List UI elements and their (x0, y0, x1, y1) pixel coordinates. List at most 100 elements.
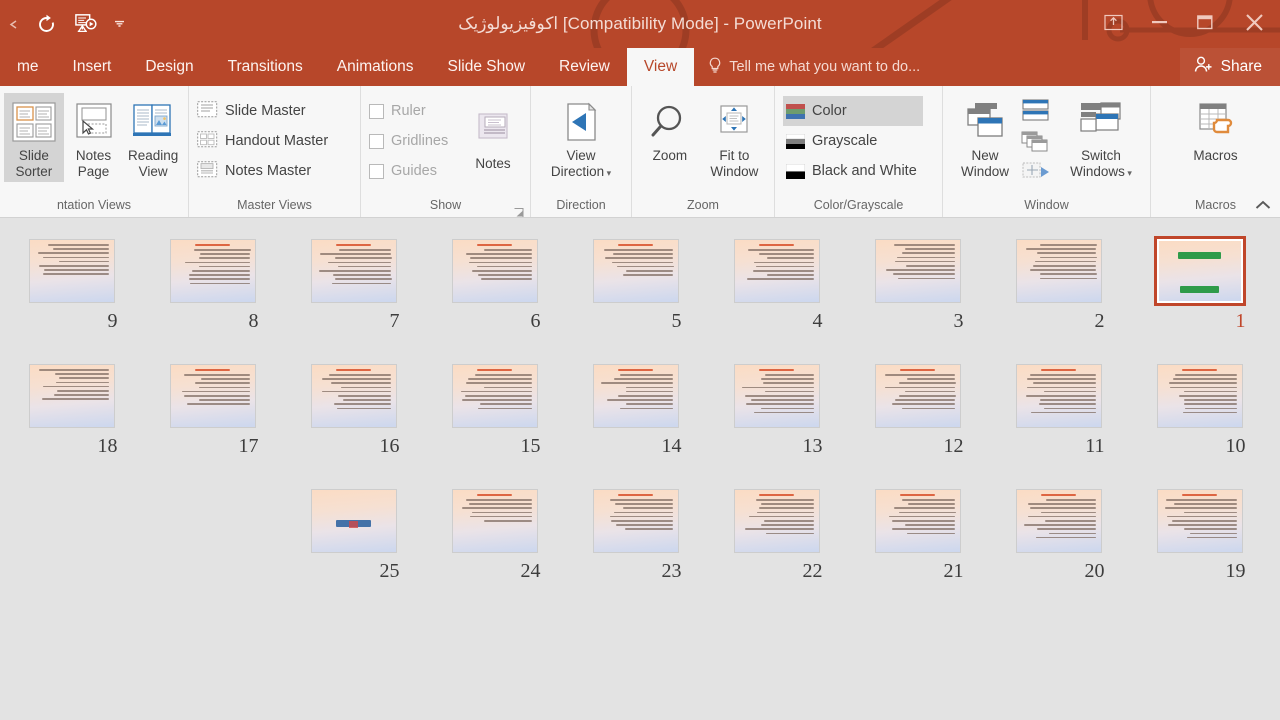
start-from-beginning-icon[interactable] (66, 7, 106, 41)
tell-me-search[interactable]: Tell me what you want to do... (694, 48, 920, 86)
slide-thumbnail-cell[interactable]: 9 (1, 232, 142, 333)
slide-thumbnail-cell[interactable]: 23 (565, 482, 706, 583)
minimize-icon[interactable] (1136, 2, 1182, 42)
slide-thumbnail-cell[interactable]: 10 (1129, 357, 1270, 458)
macros-button[interactable]: Macros (1180, 93, 1252, 166)
switch-windows-chevron-down-icon[interactable]: ▾ (1125, 168, 1132, 178)
cascade-icon[interactable] (1021, 131, 1057, 158)
slide-thumbnail-cell[interactable]: 1 (1129, 232, 1270, 333)
ruler-checkbox[interactable]: Ruler (366, 96, 462, 126)
black-and-white-button[interactable]: Black and White (783, 156, 923, 186)
ribbon-display-options-icon[interactable] (1090, 2, 1136, 42)
slide-thumbnail[interactable] (731, 236, 823, 306)
slide-thumbnail[interactable] (731, 361, 823, 431)
slide-thumbnail-cell[interactable]: 19 (1129, 482, 1270, 583)
tab-animations[interactable]: Animations (320, 48, 431, 86)
slide-thumbnail-cell[interactable]: 15 (424, 357, 565, 458)
slide-thumbnail[interactable] (1013, 361, 1105, 431)
slide-thumbnail-selected[interactable] (1153, 236, 1246, 306)
qat-overflow-left-icon[interactable] (0, 7, 26, 41)
reading-view-button[interactable]: Reading View (123, 93, 183, 182)
slide-thumbnail-cell[interactable]: 20 (988, 482, 1129, 583)
slide-thumbnail[interactable] (590, 486, 682, 556)
slide-thumbnail-cell[interactable]: 16 (283, 357, 424, 458)
tab-view[interactable]: View (626, 48, 695, 86)
slide-thumbnail[interactable] (26, 236, 118, 306)
grayscale-button[interactable]: Grayscale (783, 126, 923, 156)
slide-thumbnail[interactable] (308, 236, 400, 306)
slide-thumbnail-cell[interactable]: 3 (847, 232, 988, 333)
slide-thumbnail[interactable] (449, 486, 541, 556)
tab-slide-show[interactable]: Slide Show (430, 48, 542, 86)
slide-thumbnail[interactable] (590, 236, 682, 306)
window-title: اکوفیزیولوژیک [Compatibility Mode] - Pow… (458, 14, 822, 33)
slide-thumbnail-cell[interactable]: 13 (706, 357, 847, 458)
customize-qat-chevron-down-icon[interactable] (106, 7, 132, 41)
slide-thumbnail[interactable] (1154, 361, 1246, 431)
slide-thumbnail[interactable] (167, 236, 259, 306)
slide-thumbnail[interactable] (1013, 486, 1105, 556)
slide-thumbnail-cell[interactable]: 25 (283, 482, 424, 583)
new-window-button[interactable]: New Window (949, 93, 1021, 182)
close-icon[interactable] (1228, 2, 1280, 42)
slide-thumbnail-cell[interactable]: 4 (706, 232, 847, 333)
gridlines-checkbox[interactable]: Gridlines (366, 126, 462, 156)
slide-body-line (191, 269, 251, 272)
slide-sorter-pane[interactable]: 987654321 18 17 16 15 14 13 12 11 10 25 24 23 22 21 2… (0, 218, 1280, 719)
slide-thumbnail[interactable] (590, 361, 682, 431)
restore-icon[interactable] (1182, 2, 1228, 42)
slide-thumbnail[interactable] (731, 486, 823, 556)
handout-master-button[interactable]: Handout Master (194, 126, 334, 156)
collapse-ribbon-chevron-up-icon[interactable] (1252, 195, 1274, 215)
tab-review[interactable]: Review (542, 48, 627, 86)
view-direction-button[interactable]: View Direction ▾ (545, 93, 617, 183)
tab-design[interactable]: Design (128, 48, 210, 86)
notes-button[interactable]: Notes (462, 101, 524, 174)
move-split-icon[interactable] (1021, 161, 1057, 188)
notes-master-button[interactable]: Notes Master (194, 156, 334, 186)
share-button[interactable]: Share (1179, 48, 1280, 86)
slide-thumbnail-cell[interactable]: 6 (424, 232, 565, 333)
slide-thumbnail-cell[interactable]: 11 (988, 357, 1129, 458)
view-direction-chevron-down-icon[interactable]: ▾ (604, 168, 612, 178)
arrange-all-icon[interactable] (1021, 99, 1057, 128)
switch-windows-button[interactable]: Switch Windows ▾ (1065, 93, 1137, 183)
fit-to-window-button[interactable]: Fit to Window (700, 93, 769, 182)
slide-body-line (1025, 248, 1097, 250)
slide-sorter-button[interactable]: Slide Sorter (4, 93, 64, 182)
slide-master-button[interactable]: Slide Master (194, 96, 334, 126)
slide-row-1: 9 8 7 6 5 4 3 2 1 (0, 232, 1280, 333)
slide-thumbnail-cell[interactable]: 18 (1, 357, 142, 458)
slide-thumbnail-cell[interactable]: 17 (142, 357, 283, 458)
slide-thumbnail[interactable] (308, 361, 400, 431)
slide-thumbnail[interactable] (167, 361, 259, 431)
redo-icon[interactable] (26, 7, 66, 41)
slide-thumbnail[interactable] (26, 361, 118, 431)
slide-thumbnail-cell[interactable]: 7 (283, 232, 424, 333)
slide-preview (592, 364, 679, 428)
tab-home[interactable]: me (0, 48, 56, 86)
slide-thumbnail[interactable] (449, 361, 541, 431)
slide-thumbnail-cell[interactable]: 8 (142, 232, 283, 333)
slide-thumbnail-cell[interactable]: 2 (988, 232, 1129, 333)
slide-thumbnail-cell[interactable]: 12 (847, 357, 988, 458)
show-dialog-launcher-icon[interactable] (514, 205, 524, 217)
slide-thumbnail[interactable] (449, 236, 541, 306)
slide-thumbnail-cell[interactable]: 22 (706, 482, 847, 583)
tab-insert[interactable]: Insert (56, 48, 129, 86)
slide-thumbnail-cell[interactable]: 14 (565, 357, 706, 458)
zoom-button[interactable]: Zoom (640, 93, 700, 166)
slide-thumbnail[interactable] (1013, 236, 1105, 306)
slide-thumbnail-cell[interactable]: 24 (424, 482, 565, 583)
slide-thumbnail-cell[interactable]: 21 (847, 482, 988, 583)
slide-thumbnail[interactable] (1154, 486, 1246, 556)
slide-thumbnail[interactable] (872, 486, 964, 556)
slide-thumbnail-cell[interactable]: 5 (565, 232, 706, 333)
notes-page-button[interactable]: Notes Page (64, 93, 124, 182)
tab-transitions[interactable]: Transitions (211, 48, 320, 86)
slide-thumbnail[interactable] (872, 236, 964, 306)
color-button[interactable]: Color (783, 96, 923, 126)
slide-thumbnail[interactable] (308, 486, 400, 556)
slide-thumbnail[interactable] (872, 361, 964, 431)
guides-checkbox[interactable]: Guides (366, 156, 462, 186)
